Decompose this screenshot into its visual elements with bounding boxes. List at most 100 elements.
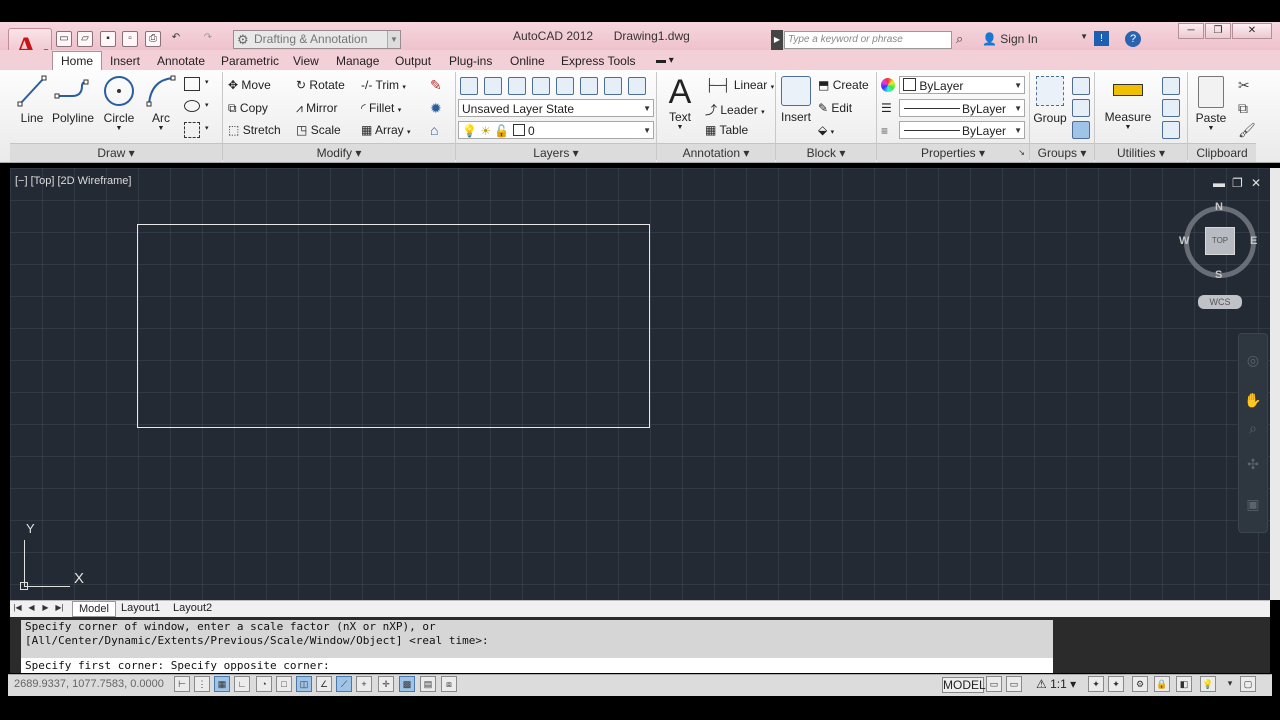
layer-freeze-icon[interactable] xyxy=(556,77,574,95)
plot-icon[interactable]: ⎙ xyxy=(145,31,161,47)
layer-match-icon[interactable] xyxy=(484,77,502,95)
lineweight-toggle-icon[interactable]: ✛ xyxy=(378,676,394,692)
layers-panel-label[interactable]: Layers ▾ xyxy=(456,143,656,162)
layer-state-dropdown[interactable]: Unsaved Layer State ▼ xyxy=(458,99,654,117)
annotation-scale[interactable]: ⚠ 1:1 ▾ xyxy=(1036,677,1076,691)
mirror-button[interactable]: ⩘ Mirror xyxy=(296,101,337,116)
trim-button[interactable]: -/- Trim ▾ xyxy=(361,78,406,92)
workspace-switching-icon[interactable]: ⚙ xyxy=(1132,676,1148,692)
layout-tab-model[interactable]: Model xyxy=(72,601,116,617)
modify-panel-label[interactable]: Modify ▾ xyxy=(223,143,455,162)
lineweight-dropdown[interactable]: ByLayer ▼ xyxy=(899,99,1025,117)
linetype-icon[interactable]: ≡ xyxy=(881,124,888,138)
redo-icon[interactable]: ↷ xyxy=(200,31,216,47)
command-input[interactable]: Specify first corner: Specify opposite c… xyxy=(21,658,1053,673)
help-icon[interactable]: ? xyxy=(1125,31,1141,47)
application-status-menu-icon[interactable]: ▾ xyxy=(1222,676,1238,692)
cut-icon[interactable]: ✂ xyxy=(1238,77,1250,94)
fillet-button[interactable]: ◜ Fillet ▾ xyxy=(361,101,401,115)
polyline-button[interactable]: Polyline xyxy=(52,74,94,125)
erase-icon[interactable]: ✎ xyxy=(430,77,442,94)
transparency-icon[interactable]: ▩ xyxy=(399,676,415,692)
first-layout-icon[interactable]: |◀ xyxy=(12,601,23,614)
clipboard-panel-label[interactable]: Clipboard xyxy=(1188,143,1256,162)
dialog-launcher-icon[interactable]: ↘ xyxy=(1018,144,1025,162)
coordinates-readout[interactable]: 2689.9337, 1077.7583, 0.0000 xyxy=(14,678,164,690)
leader-button[interactable]: ⤴ Leader ▾ xyxy=(705,101,765,118)
properties-panel-label[interactable]: Properties ▾ ↘ xyxy=(877,143,1029,162)
save-as-icon[interactable]: ▫ xyxy=(122,31,138,47)
3d-object-snap-icon[interactable]: ◫ xyxy=(296,676,312,692)
groups-panel-label[interactable]: Groups ▾ xyxy=(1030,143,1094,162)
line-button[interactable]: Line xyxy=(16,74,48,125)
dynamic-ucs-icon[interactable]: ⟋ xyxy=(336,676,352,692)
layer-previous-icon[interactable] xyxy=(508,77,526,95)
last-layout-icon[interactable]: ▶| xyxy=(54,601,65,614)
new-file-icon[interactable]: ▭ xyxy=(56,31,72,47)
tab-express-tools[interactable]: Express Tools xyxy=(561,52,635,70)
snap-mode-icon[interactable]: ⋮ xyxy=(194,676,210,692)
wcs-menu[interactable]: WCS xyxy=(1198,295,1242,309)
tab-output[interactable]: Output xyxy=(395,52,431,70)
annotation-panel-label[interactable]: Annotation ▾ xyxy=(657,143,775,162)
id-point-icon[interactable] xyxy=(1162,121,1180,139)
viewport-controls[interactable]: [−] [Top] [2D Wireframe] xyxy=(15,175,131,187)
compass-east[interactable]: E xyxy=(1250,235,1257,247)
viewport-restore-icon[interactable]: ❐ xyxy=(1232,176,1243,190)
arc-button[interactable]: Arc ▼ xyxy=(145,74,177,132)
maximize-button[interactable]: ❐ xyxy=(1205,23,1231,39)
ortho-mode-icon[interactable]: ∟ xyxy=(234,676,250,692)
open-file-icon[interactable]: ▱ xyxy=(77,31,93,47)
quick-view-layouts-icon[interactable]: ▭ xyxy=(986,676,1002,692)
match-icon[interactable]: 🖌 xyxy=(1238,122,1256,139)
showmotion-icon[interactable]: ▣ xyxy=(1241,496,1265,518)
next-layout-icon[interactable]: ▶ xyxy=(40,601,51,614)
tab-insert[interactable]: Insert xyxy=(110,52,140,70)
drawn-rectangle[interactable] xyxy=(137,224,650,428)
pan-icon[interactable]: ✋ xyxy=(1241,392,1265,414)
layer-dropdown[interactable]: 💡 ☀ 🔓 0 ▼ xyxy=(458,121,654,139)
chevron-down-icon[interactable]: ▾ xyxy=(205,78,209,86)
linetype-dropdown[interactable]: ByLayer ▼ xyxy=(899,121,1025,139)
offset-icon[interactable]: ⌂ xyxy=(430,122,438,138)
previous-layout-icon[interactable]: ◀ xyxy=(26,601,37,614)
layout-tab-layout2[interactable]: Layout2 xyxy=(173,601,212,615)
tab-parametric[interactable]: Parametric xyxy=(221,52,279,70)
copy-clip-icon[interactable]: ⧉ xyxy=(1238,100,1248,117)
match-properties-icon[interactable] xyxy=(881,78,895,92)
quick-select-icon[interactable] xyxy=(1162,77,1180,95)
workspace-dropdown[interactable]: ⚙ Drafting & Annotation ▼ xyxy=(233,30,401,49)
ungroup-icon[interactable] xyxy=(1072,77,1090,95)
ribbon-minimize-icon[interactable]: ▬ ▾ xyxy=(656,52,674,70)
edit-block-button[interactable]: ✎ Edit xyxy=(818,101,852,115)
dynamic-input-icon[interactable]: + xyxy=(356,676,372,692)
circle-button[interactable]: Circle ▼ xyxy=(102,74,136,132)
paste-button[interactable]: Paste ▼ xyxy=(1194,76,1228,132)
grid-display-icon[interactable]: ▦ xyxy=(214,676,230,692)
binoculars-icon[interactable]: ⌕ xyxy=(956,31,963,47)
search-expand-icon[interactable]: ▶ xyxy=(771,30,783,50)
undo-icon[interactable]: ↶ xyxy=(168,31,184,47)
utilities-panel-label[interactable]: Utilities ▾ xyxy=(1095,143,1187,162)
chevron-down-icon[interactable]: ▾ xyxy=(205,101,209,109)
create-block-button[interactable]: ⬒ Create xyxy=(818,78,869,92)
rectangle-icon[interactable] xyxy=(184,77,200,91)
explode-icon[interactable]: ✹ xyxy=(430,100,442,117)
move-button[interactable]: ✥ Move xyxy=(228,78,271,92)
compass-west[interactable]: W xyxy=(1179,235,1189,247)
search-input[interactable]: Type a keyword or phrase xyxy=(784,31,952,49)
object-snap-icon[interactable]: □ xyxy=(276,676,292,692)
polar-tracking-icon[interactable]: ◔ xyxy=(256,676,272,692)
clean-screen-icon[interactable]: ▢ xyxy=(1240,676,1256,692)
viewport-minimize-icon[interactable]: ▬ xyxy=(1213,176,1225,190)
layer-properties-icon[interactable] xyxy=(460,77,478,95)
zoom-icon[interactable]: ⌕ xyxy=(1241,420,1265,442)
tab-online[interactable]: Online xyxy=(510,52,545,70)
group-button[interactable]: Group xyxy=(1033,76,1067,125)
quick-view-drawings-icon[interactable]: ▭ xyxy=(1006,676,1022,692)
array-button[interactable]: ▦ Array ▾ xyxy=(361,123,411,137)
annotation-visibility-icon[interactable]: ✦ xyxy=(1088,676,1104,692)
layer-off-icon[interactable] xyxy=(580,77,598,95)
tab-plug-ins[interactable]: Plug-ins xyxy=(449,52,492,70)
layer-isolate-icon[interactable] xyxy=(532,77,550,95)
